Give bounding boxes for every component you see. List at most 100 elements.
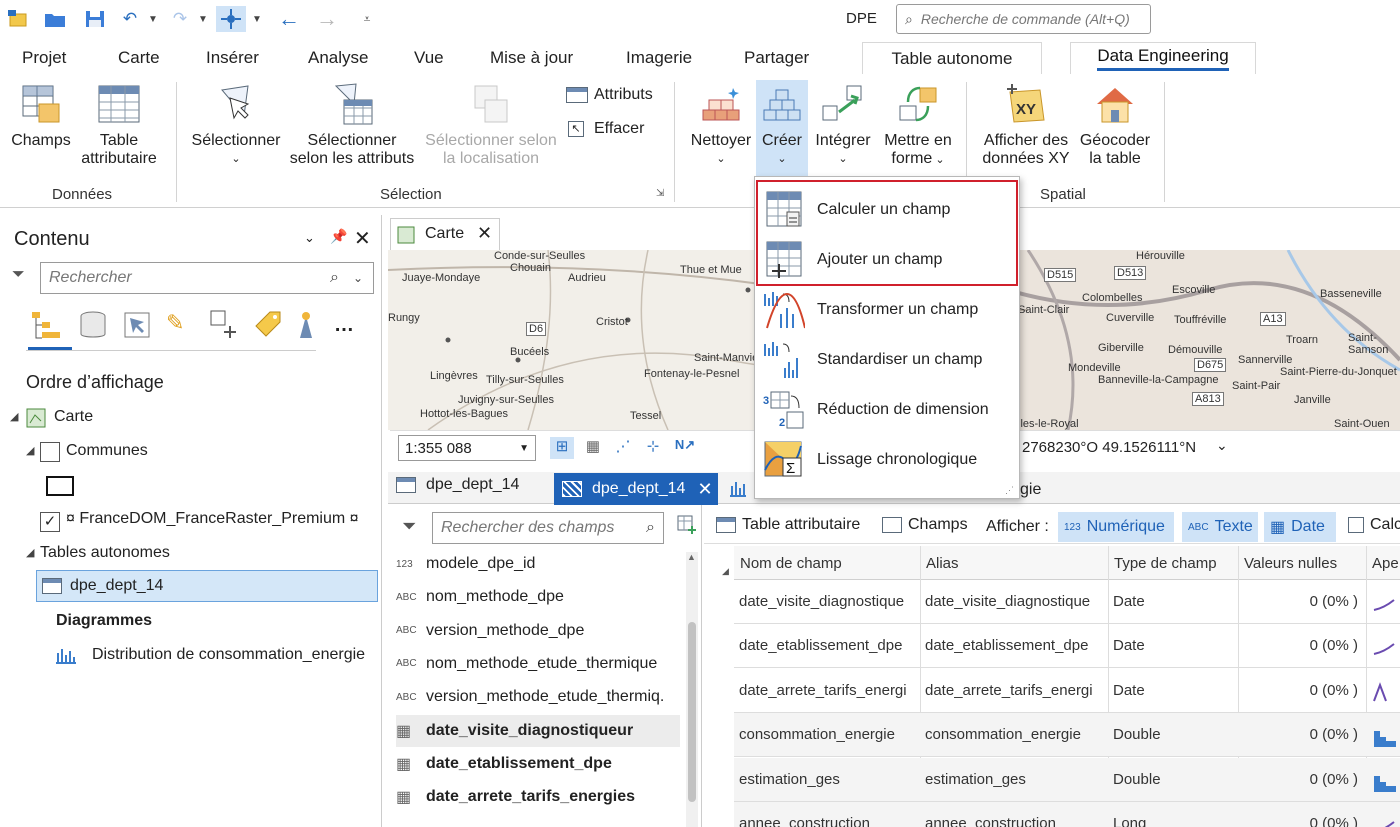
fields-button[interactable]: Champs xyxy=(882,516,968,534)
nettoyer-button[interactable]: Nettoyer ⌄ xyxy=(686,82,756,168)
table-cell[interactable]: estimation_ges xyxy=(925,771,1107,788)
grid-snap-icon[interactable]: ⊞ xyxy=(550,437,574,459)
field-list-item[interactable]: ABC version_methode_etude_thermiq. xyxy=(396,681,686,713)
close-icon[interactable]: ✕ xyxy=(354,226,371,251)
filter-date-toggle[interactable]: ▦ Date xyxy=(1264,512,1336,542)
table-cell[interactable]: 0 (0% ) xyxy=(1238,593,1358,610)
champs-button[interactable]: Champs xyxy=(8,82,74,150)
tab-data-engineering[interactable]: Data Engineering xyxy=(1070,42,1256,74)
table-cell[interactable]: 0 (0% ) xyxy=(1238,771,1358,788)
scale-select[interactable]: 1:355 088 ▼ xyxy=(398,435,536,461)
list-by-selection-icon[interactable] xyxy=(122,310,154,342)
customize-qat-icon[interactable]: ⩡ xyxy=(356,6,378,32)
constraints-icon[interactable]: ⋰ xyxy=(612,437,634,459)
contents-search-input[interactable]: Rechercher ⌕ ⌄ xyxy=(40,262,374,294)
calculate-button[interactable]: Calc xyxy=(1348,516,1400,534)
save-icon[interactable] xyxy=(82,6,108,32)
map-view-tab[interactable]: Carte ✕ xyxy=(390,218,500,250)
field-list-item[interactable]: 123 modele_dpe_id xyxy=(396,548,686,580)
tab-dpe-fields-view[interactable]: dpe_dept_14 ✕ xyxy=(554,473,718,505)
table-cell[interactable]: consommation_energie xyxy=(739,726,919,743)
snapping-icon[interactable]: ⊹ xyxy=(642,437,664,459)
column-header[interactable]: Ape xyxy=(1372,555,1400,572)
selectionner-selon-localisation-button[interactable]: Sélectionner selon la localisation xyxy=(420,82,562,168)
tab-partager[interactable]: Partager xyxy=(744,48,809,68)
explore-icon[interactable] xyxy=(216,6,246,32)
raster-checkbox[interactable]: ✓ xyxy=(40,512,60,532)
tab-vue[interactable]: Vue xyxy=(414,48,444,68)
close-tab-icon[interactable]: ✕ xyxy=(477,223,492,244)
tree-item-raster[interactable]: ¤ FranceDOM_FranceRaster_Premium ¤ xyxy=(66,510,359,528)
menu-item-transformer-champ[interactable]: Transformer un champ xyxy=(755,285,1019,335)
geocoder-button[interactable]: Géocoder la table xyxy=(1076,82,1154,168)
table-cell[interactable]: date_visite_diagnostique xyxy=(739,593,919,610)
column-header[interactable]: Nom de champ xyxy=(740,555,918,572)
table-attributaire-button[interactable]: Table attributaire xyxy=(76,82,162,168)
table-cell[interactable]: Double xyxy=(1113,726,1237,743)
selectionner-selon-attributs-button[interactable]: Sélectionner selon les attributs xyxy=(284,82,420,168)
forward-arrow-icon[interactable]: → xyxy=(314,6,340,32)
field-list-item[interactable]: ABC nom_methode_dpe xyxy=(396,581,686,613)
tab-chart-label[interactable]: gie xyxy=(1020,481,1041,499)
table-cell[interactable]: Double xyxy=(1113,771,1237,788)
tree-item-diagrammes[interactable]: Diagrammes xyxy=(56,612,152,630)
expand-arrow-icon[interactable]: ◢ xyxy=(26,546,34,559)
add-field-icon[interactable] xyxy=(676,514,698,536)
table-cell[interactable]: date_etablissement_dpe xyxy=(925,637,1107,654)
table-cell[interactable]: Date xyxy=(1113,637,1237,654)
symbol-swatch[interactable] xyxy=(46,476,74,496)
table-cell[interactable]: 0 (0% ) xyxy=(1238,682,1358,699)
undo-dropdown-icon[interactable]: ▼ xyxy=(146,6,160,32)
field-list-item[interactable]: ▦ date_visite_diagnostiqueur xyxy=(396,714,680,747)
selectionner-button[interactable]: Sélectionner ⌄ xyxy=(188,82,284,168)
column-header[interactable]: Alias xyxy=(926,555,1106,572)
field-list-item[interactable]: ABC nom_methode_etude_thermique xyxy=(396,648,686,680)
list-by-editing-icon[interactable]: ✎ xyxy=(166,310,198,342)
redo-icon[interactable]: ↷ xyxy=(168,6,192,32)
list-by-snapping-icon[interactable] xyxy=(208,308,244,342)
table-cell[interactable]: date_visite_diagnostique xyxy=(925,593,1107,610)
resize-grip-icon[interactable]: ⋰ xyxy=(1005,485,1014,496)
tab-imagerie[interactable]: Imagerie xyxy=(626,48,692,68)
expand-arrow-icon[interactable]: ◢ xyxy=(26,444,34,457)
list-by-perspective-icon[interactable] xyxy=(296,308,318,342)
table-cell[interactable]: 0 (0% ) xyxy=(1238,726,1358,743)
tree-item-distribution[interactable]: Distribution de consommation_energie xyxy=(92,646,365,664)
column-header[interactable]: Valeurs nulles xyxy=(1244,555,1364,572)
tab-inserer[interactable]: Insérer xyxy=(206,48,259,68)
creer-button[interactable]: Créer ⌄ xyxy=(756,80,808,176)
fields-scrollbar[interactable]: ▲ xyxy=(686,552,698,827)
tab-carte[interactable]: Carte xyxy=(118,48,160,68)
table-cell[interactable]: date_arrete_tarifs_energi xyxy=(925,682,1107,699)
open-project-icon[interactable] xyxy=(42,6,68,32)
table-cell[interactable]: Date xyxy=(1113,593,1237,610)
chart-tab-icon[interactable] xyxy=(728,478,748,498)
filter-icon[interactable]: ⏷ xyxy=(12,266,25,284)
table-cell[interactable]: consommation_energie xyxy=(925,726,1107,743)
close-tab-icon[interactable]: ✕ xyxy=(697,479,712,500)
tree-item-dpe[interactable]: dpe_dept_14 xyxy=(70,577,163,595)
afficher-donnees-xy-button[interactable]: XY Afficher des données XY xyxy=(980,82,1072,168)
effacer-button[interactable]: ↖ Effacer xyxy=(568,120,644,138)
table-cell[interactable]: annee_construction xyxy=(925,815,1107,827)
field-list-item[interactable]: ABC version_methode_dpe xyxy=(396,615,686,647)
fields-search-input[interactable]: Rechercher des champs ⌕ xyxy=(432,512,664,544)
pane-options-icon[interactable]: ⌄ xyxy=(304,230,315,246)
menu-item-standardiser-champ[interactable]: Standardiser un champ xyxy=(755,335,1019,385)
grid-icon[interactable]: ▦ xyxy=(582,437,604,459)
north-arrow-icon[interactable]: N↗ xyxy=(672,437,698,459)
menu-item-reduction-dimension[interactable]: 32 Réduction de dimension xyxy=(755,385,1019,435)
new-project-icon[interactable] xyxy=(6,6,30,32)
attribute-table-button[interactable]: Table attributaire xyxy=(716,516,860,534)
filter-icon[interactable]: ⏷ xyxy=(402,516,416,537)
field-list-item[interactable]: ▦ date_arrete_tarifs_energies xyxy=(396,781,686,813)
filter-text-toggle[interactable]: ABC Texte xyxy=(1182,512,1258,542)
tab-projet[interactable]: Projet xyxy=(22,48,66,68)
chevron-down-icon[interactable]: ⌄ xyxy=(353,271,363,285)
list-by-labeling-icon[interactable] xyxy=(252,308,288,342)
table-cell[interactable]: Long xyxy=(1113,815,1237,827)
list-by-drawing-order-icon[interactable] xyxy=(28,308,72,350)
mettre-en-forme-button[interactable]: Mettre en forme ⌄ xyxy=(880,82,956,169)
tab-dpe-table[interactable]: dpe_dept_14 xyxy=(396,476,519,494)
column-header[interactable]: Type de champ xyxy=(1114,555,1236,572)
